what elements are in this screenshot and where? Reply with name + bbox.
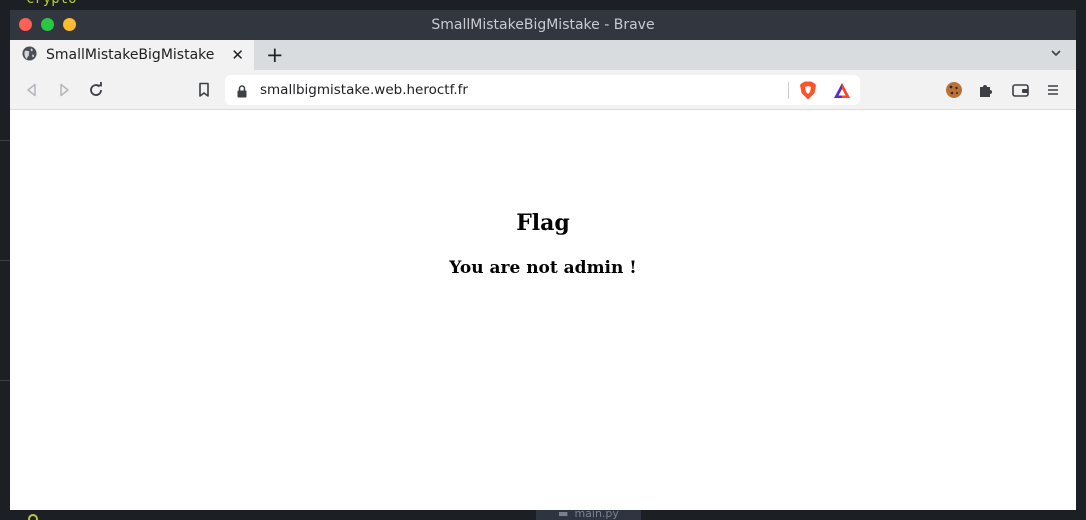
forward-icon[interactable] <box>52 78 76 102</box>
desktop-status-dot <box>28 514 38 520</box>
reload-icon[interactable] <box>84 78 108 102</box>
new-tab-button[interactable]: + <box>266 40 284 70</box>
title-bar[interactable]: SmallMistakeBigMistake - Brave <box>10 10 1076 40</box>
menu-icon[interactable] <box>1041 78 1065 102</box>
desktop-background-text: crypto <box>26 0 77 7</box>
wallet-icon[interactable] <box>1008 78 1032 102</box>
browser-window: SmallMistakeBigMistake - Brave SmallMist… <box>10 10 1076 510</box>
address-bar[interactable]: smallbigmistake.web.heroctf.fr <box>225 75 860 105</box>
bookmark-icon[interactable] <box>192 78 216 102</box>
cookie-extension-icon[interactable] <box>942 78 966 102</box>
status-message: You are not admin ! <box>449 258 637 278</box>
brave-shields-icon[interactable] <box>799 81 817 104</box>
close-window-button[interactable] <box>19 18 32 31</box>
page-content: Flag You are not admin ! <box>10 110 1076 510</box>
minimize-window-button[interactable] <box>63 18 76 31</box>
globe-icon <box>22 45 37 65</box>
desktop-divider <box>0 140 10 141</box>
maximize-window-button[interactable] <box>41 18 54 31</box>
window-controls <box>19 18 76 31</box>
desktop-divider <box>0 260 10 261</box>
extensions-icon[interactable] <box>974 78 998 102</box>
lock-icon[interactable] <box>237 83 247 102</box>
page-heading: Flag <box>516 210 570 236</box>
back-icon[interactable] <box>20 78 44 102</box>
url-text[interactable]: smallbigmistake.web.heroctf.fr <box>260 82 468 98</box>
navigation-toolbar: smallbigmistake.web.heroctf.fr <box>10 70 1076 110</box>
address-bar-divider <box>788 82 789 99</box>
window-title: SmallMistakeBigMistake - Brave <box>431 17 655 33</box>
tab-strip: SmallMistakeBigMistake ✕ + <box>10 40 1076 70</box>
tab-search-dropdown-icon[interactable] <box>1050 47 1062 62</box>
tab-close-icon[interactable]: ✕ <box>231 46 244 64</box>
tab-active[interactable]: SmallMistakeBigMistake ✕ <box>10 40 254 70</box>
brave-rewards-icon[interactable] <box>833 82 851 103</box>
tab-title: SmallMistakeBigMistake <box>46 47 215 63</box>
desktop-divider <box>0 380 10 381</box>
